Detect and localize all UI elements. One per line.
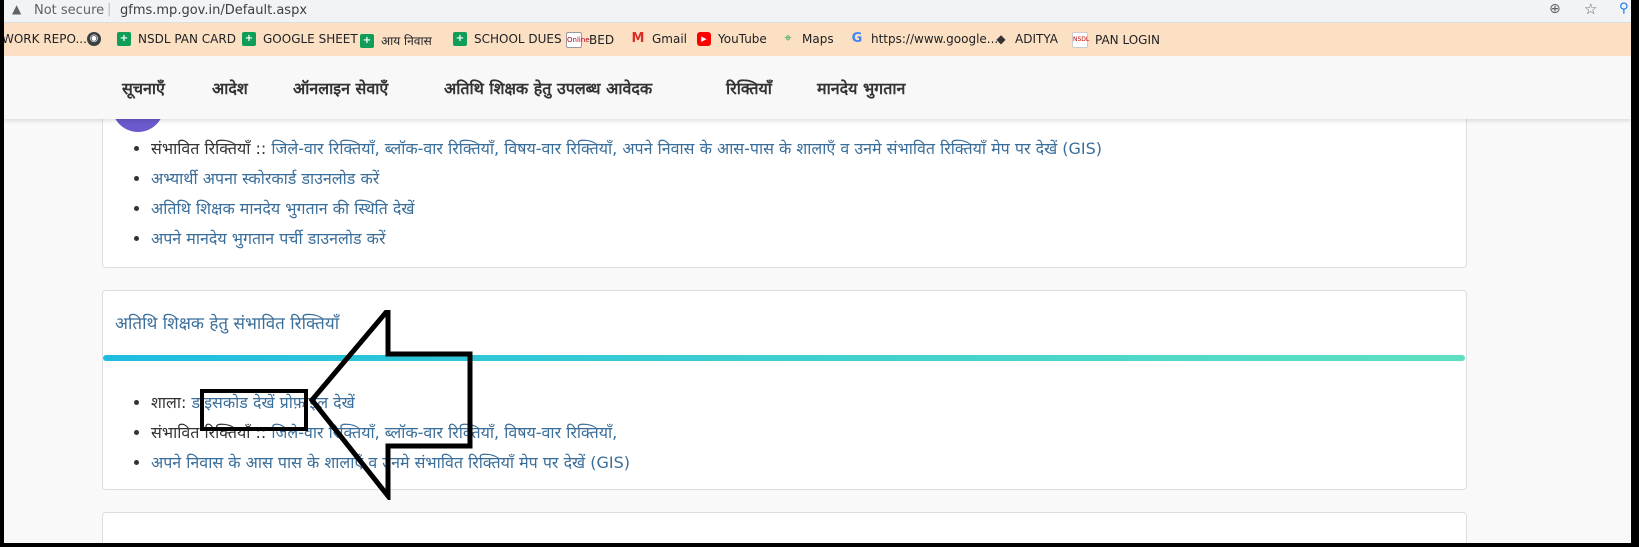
list-item: अतिथि शिक्षक मानदेय भुगतान की स्थिति देख… (151, 194, 1466, 224)
bookmark-label: BED (589, 33, 615, 47)
sheets-icon: + (242, 32, 256, 46)
bookmark-label: SCHOOL DUES (474, 32, 562, 46)
bookmark-aay-niwas[interactable]: + आय निवास (360, 32, 432, 49)
annotation-arrow-icon (308, 310, 473, 500)
bookmark-label: NSDL PAN CARD (138, 32, 236, 46)
bookmark-globe[interactable]: ◉ (87, 32, 108, 46)
item-label: शाला: (151, 393, 192, 412)
bookmark-label: ADITYA (1015, 32, 1058, 46)
payment-status-link[interactable]: अतिथि शिक्षक मानदेय भुगतान की स्थिति देख… (151, 199, 414, 218)
bookmark-aditya[interactable]: ◆ ADITYA (994, 32, 1058, 46)
nav-vacancies[interactable]: रिक्तियाँ (726, 77, 772, 99)
extension-icon[interactable]: ⚲ (1619, 1, 1629, 16)
pay-slip-download-link[interactable]: अपने मानदेय भुगतान पर्ची डाउनलोड करें (151, 229, 386, 248)
sheets-icon: + (453, 32, 467, 46)
browser-window: ▲ Not secure | gfms.mp.gov.in/Default.as… (4, 0, 1631, 543)
services-card: संभावित रिक्तियाँ :: जिले-वार रिक्तियाँ,… (102, 100, 1467, 268)
bookmark-school-dues[interactable]: + SCHOOL DUES (453, 32, 562, 46)
security-label[interactable]: Not secure (34, 3, 104, 18)
site-nav: सूचनाएँ आदेश ऑनलाइन सेवाएँ अतिथि शिक्षक … (4, 57, 1631, 119)
bookmark-gmail[interactable]: M Gmail (631, 31, 688, 47)
bookmark-google-sheet[interactable]: + GOOGLE SHEET (242, 32, 358, 46)
nav-online-services[interactable]: ऑनलाइन सेवाएँ (293, 77, 388, 99)
scorecard-download-link[interactable]: अभ्यार्थी अपना स्कोरकार्ड डाउनलोड करें (151, 169, 379, 188)
bookmark-star-icon[interactable]: ☆ (1584, 0, 1597, 18)
bookmark-label: Maps (802, 32, 834, 46)
next-card (102, 512, 1467, 543)
divider: | (107, 2, 112, 17)
nav-honorarium-payment[interactable]: मानदेय भुगतान (817, 77, 905, 99)
nsdl-icon: NSDL (1072, 32, 1089, 48)
warning-icon: ▲ (12, 2, 22, 16)
bookmark-pan-login[interactable]: NSDL PAN LOGIN (1072, 32, 1160, 48)
bookmark-label: YouTube (718, 32, 767, 46)
bookmark-work-report[interactable]: WORK REPO... (4, 32, 87, 46)
bookmark-bed[interactable]: Online BED (566, 32, 614, 48)
bookmark-label: Gmail (652, 32, 688, 46)
item-label: संभावित रिक्तियाँ :: (151, 139, 272, 158)
bookmark-label: https://www.google... (871, 32, 999, 46)
nav-orders[interactable]: आदेश (212, 77, 248, 99)
bookmark-label: आय निवास (381, 34, 432, 48)
online-icon: Online (566, 32, 590, 48)
google-icon: G (851, 31, 863, 46)
nav-available-applicants[interactable]: अतिथि शिक्षक हेतु उपलब्ध आवेदक (444, 77, 652, 99)
sheets-icon: + (360, 33, 374, 48)
bookmark-youtube[interactable]: ▶ YouTube (697, 32, 767, 46)
globe-icon: ◉ (87, 32, 101, 46)
bookmark-nsdl-pan-card[interactable]: + NSDL PAN CARD (117, 32, 236, 46)
list-item: संभावित रिक्तियाँ :: जिले-वार रिक्तियाँ,… (151, 134, 1466, 164)
nav-notices[interactable]: सूचनाएँ (122, 77, 165, 99)
gmail-icon: M (631, 31, 645, 46)
zoom-icon[interactable]: ⊕ (1549, 1, 1561, 17)
graduation-cap-icon: ◆ (996, 32, 1006, 46)
services-list: संभावित रिक्तियाँ :: जिले-वार रिक्तियाँ,… (103, 134, 1466, 254)
vacancy-links[interactable]: जिले-वार रिक्तियाँ, ब्लॉक-वार रिक्तियाँ,… (271, 139, 1102, 158)
url-text[interactable]: gfms.mp.gov.in/Default.aspx (120, 3, 307, 18)
bookmark-maps[interactable]: ⌖ Maps (781, 31, 834, 47)
bookmark-label: GOOGLE SHEET (263, 32, 358, 46)
bookmarks-bar: WORK REPO... ◉ + NSDL PAN CARD + GOOGLE SH… (4, 23, 1631, 56)
sheets-icon: + (117, 32, 131, 46)
list-item: अभ्यार्थी अपना स्कोरकार्ड डाउनलोड करें (151, 164, 1466, 194)
bookmark-label: WORK REPO... (4, 32, 87, 46)
list-item: अपने मानदेय भुगतान पर्ची डाउनलोड करें (151, 224, 1466, 254)
bookmark-google[interactable]: Ghttps://www.google... (850, 31, 999, 47)
bookmark-label: PAN LOGIN (1095, 33, 1160, 47)
youtube-icon: ▶ (697, 32, 711, 46)
address-bar[interactable]: ▲ Not secure | gfms.mp.gov.in/Default.as… (4, 0, 1631, 23)
highlight-box (200, 389, 308, 431)
maps-icon: ⌖ (784, 31, 792, 46)
